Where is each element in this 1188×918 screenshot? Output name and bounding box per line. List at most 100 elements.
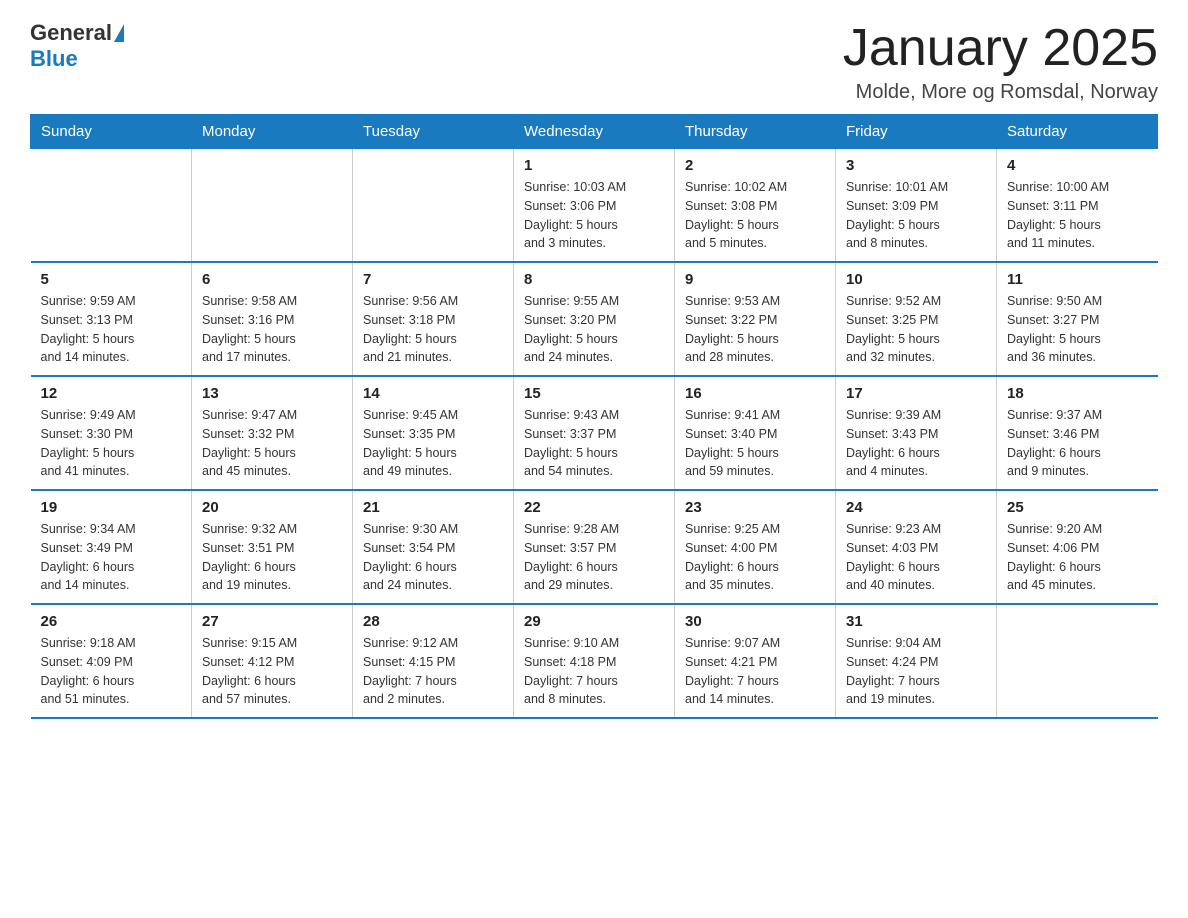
calendar-cell: 8 Sunrise: 9:55 AMSunset: 3:20 PMDaylight… (514, 262, 675, 376)
weekday-header: Tuesday (353, 115, 514, 149)
day-number: 11 (1007, 271, 1148, 288)
calendar-cell: 13 Sunrise: 9:47 AMSunset: 3:32 PMDayligh… (192, 376, 353, 490)
calendar-table: SundayMondayTuesdayWednesdayThursdayFrid… (30, 114, 1158, 719)
day-info: Sunrise: 9:45 AMSunset: 3:35 PMDaylight:… (363, 406, 503, 481)
calendar-cell: 1Sunrise: 10:03 AMSunset: 3:06 PMDayligh… (514, 149, 675, 263)
calendar-cell: 4Sunrise: 10:00 AMSunset: 3:11 PMDayligh… (997, 149, 1158, 263)
day-number: 6 (202, 271, 342, 288)
calendar-cell: 23 Sunrise: 9:25 AMSunset: 4:00 PMDayligh… (675, 490, 836, 604)
calendar-cell: 17 Sunrise: 9:39 AMSunset: 3:43 PMDayligh… (836, 376, 997, 490)
day-info: Sunrise: 9:58 AMSunset: 3:16 PMDaylight:… (202, 292, 342, 367)
title-section: January 2025 Molde, More og Romsdal, Nor… (843, 20, 1158, 104)
calendar-cell (353, 149, 514, 263)
day-info: Sunrise: 9:18 AMSunset: 4:09 PMDaylight:… (41, 634, 182, 709)
day-number: 14 (363, 385, 503, 402)
calendar-cell: 30 Sunrise: 9:07 AMSunset: 4:21 PMDayligh… (675, 604, 836, 718)
day-number: 20 (202, 499, 342, 516)
day-number: 1 (524, 157, 664, 174)
day-info: Sunrise: 10:01 AMSunset: 3:09 PMDaylight… (846, 178, 986, 253)
calendar-cell: 7 Sunrise: 9:56 AMSunset: 3:18 PMDaylight… (353, 262, 514, 376)
calendar-cell: 19Sunrise: 9:34 AMSunset: 3:49 PMDayligh… (31, 490, 192, 604)
weekday-header: Sunday (31, 115, 192, 149)
calendar-header: SundayMondayTuesdayWednesdayThursdayFrid… (31, 115, 1158, 149)
calendar-cell: 16 Sunrise: 9:41 AMSunset: 3:40 PMDayligh… (675, 376, 836, 490)
calendar-cell: 12 Sunrise: 9:49 AMSunset: 3:30 PMDayligh… (31, 376, 192, 490)
day-number: 29 (524, 613, 664, 630)
logo: General Blue (30, 20, 126, 72)
weekday-header: Friday (836, 115, 997, 149)
calendar-body: 1Sunrise: 10:03 AMSunset: 3:06 PMDayligh… (31, 149, 1158, 719)
logo-blue-text: Blue (30, 46, 78, 72)
calendar-cell: 15 Sunrise: 9:43 AMSunset: 3:37 PMDayligh… (514, 376, 675, 490)
calendar-cell: 20 Sunrise: 9:32 AMSunset: 3:51 PMDayligh… (192, 490, 353, 604)
weekday-header: Thursday (675, 115, 836, 149)
location: Molde, More og Romsdal, Norway (843, 81, 1158, 104)
day-info: Sunrise: 9:10 AMSunset: 4:18 PMDaylight:… (524, 634, 664, 709)
calendar-cell: 18Sunrise: 9:37 AMSunset: 3:46 PMDayligh… (997, 376, 1158, 490)
calendar-cell: 5 Sunrise: 9:59 AMSunset: 3:13 PMDaylight… (31, 262, 192, 376)
calendar-cell: 11Sunrise: 9:50 AMSunset: 3:27 PMDayligh… (997, 262, 1158, 376)
day-info: Sunrise: 9:25 AMSunset: 4:00 PMDaylight:… (685, 520, 825, 595)
day-number: 26 (41, 613, 182, 630)
calendar-cell: 24 Sunrise: 9:23 AMSunset: 4:03 PMDayligh… (836, 490, 997, 604)
day-number: 9 (685, 271, 825, 288)
day-number: 21 (363, 499, 503, 516)
month-title: January 2025 (843, 20, 1158, 77)
day-info: Sunrise: 9:32 AMSunset: 3:51 PMDaylight:… (202, 520, 342, 595)
day-info: Sunrise: 9:39 AMSunset: 3:43 PMDaylight:… (846, 406, 986, 481)
day-info: Sunrise: 9:43 AMSunset: 3:37 PMDaylight:… (524, 406, 664, 481)
calendar-week-row: 1Sunrise: 10:03 AMSunset: 3:06 PMDayligh… (31, 149, 1158, 263)
day-number: 15 (524, 385, 664, 402)
day-number: 17 (846, 385, 986, 402)
day-info: Sunrise: 9:15 AMSunset: 4:12 PMDaylight:… (202, 634, 342, 709)
day-number: 24 (846, 499, 986, 516)
day-info: Sunrise: 9:59 AMSunset: 3:13 PMDaylight:… (41, 292, 182, 367)
calendar-cell: 31Sunrise: 9:04 AMSunset: 4:24 PMDayligh… (836, 604, 997, 718)
day-info: Sunrise: 9:28 AMSunset: 3:57 PMDaylight:… (524, 520, 664, 595)
calendar-cell: 27 Sunrise: 9:15 AMSunset: 4:12 PMDayligh… (192, 604, 353, 718)
day-number: 3 (846, 157, 986, 174)
day-info: Sunrise: 9:37 AMSunset: 3:46 PMDaylight:… (1007, 406, 1148, 481)
calendar-cell: 6 Sunrise: 9:58 AMSunset: 3:16 PMDaylight… (192, 262, 353, 376)
calendar-cell (31, 149, 192, 263)
day-number: 25 (1007, 499, 1148, 516)
day-number: 5 (41, 271, 182, 288)
day-number: 7 (363, 271, 503, 288)
day-info: Sunrise: 9:41 AMSunset: 3:40 PMDaylight:… (685, 406, 825, 481)
day-info: Sunrise: 9:20 AMSunset: 4:06 PMDaylight:… (1007, 520, 1148, 595)
day-number: 13 (202, 385, 342, 402)
calendar-cell: 28Sunrise: 9:12 AMSunset: 4:15 PMDayligh… (353, 604, 514, 718)
day-number: 19 (41, 499, 182, 516)
day-info: Sunrise: 9:49 AMSunset: 3:30 PMDaylight:… (41, 406, 182, 481)
calendar-cell: 9Sunrise: 9:53 AMSunset: 3:22 PMDaylight… (675, 262, 836, 376)
day-number: 31 (846, 613, 986, 630)
day-info: Sunrise: 9:12 AMSunset: 4:15 PMDaylight:… (363, 634, 503, 709)
day-number: 30 (685, 613, 825, 630)
calendar-cell: 2Sunrise: 10:02 AMSunset: 3:08 PMDayligh… (675, 149, 836, 263)
calendar-cell: 14 Sunrise: 9:45 AMSunset: 3:35 PMDayligh… (353, 376, 514, 490)
weekday-header: Wednesday (514, 115, 675, 149)
day-info: Sunrise: 9:55 AMSunset: 3:20 PMDaylight:… (524, 292, 664, 367)
weekday-header-row: SundayMondayTuesdayWednesdayThursdayFrid… (31, 115, 1158, 149)
calendar-week-row: 12 Sunrise: 9:49 AMSunset: 3:30 PMDayligh… (31, 376, 1158, 490)
day-number: 16 (685, 385, 825, 402)
day-info: Sunrise: 9:47 AMSunset: 3:32 PMDaylight:… (202, 406, 342, 481)
day-number: 27 (202, 613, 342, 630)
calendar-week-row: 19Sunrise: 9:34 AMSunset: 3:49 PMDayligh… (31, 490, 1158, 604)
calendar-cell: 22 Sunrise: 9:28 AMSunset: 3:57 PMDayligh… (514, 490, 675, 604)
calendar-week-row: 26 Sunrise: 9:18 AMSunset: 4:09 PMDayligh… (31, 604, 1158, 718)
day-number: 12 (41, 385, 182, 402)
calendar-cell: 25 Sunrise: 9:20 AMSunset: 4:06 PMDayligh… (997, 490, 1158, 604)
logo-blue: Blue (30, 46, 78, 71)
day-info: Sunrise: 9:23 AMSunset: 4:03 PMDaylight:… (846, 520, 986, 595)
day-info: Sunrise: 9:07 AMSunset: 4:21 PMDaylight:… (685, 634, 825, 709)
day-info: Sunrise: 9:30 AMSunset: 3:54 PMDaylight:… (363, 520, 503, 595)
day-number: 8 (524, 271, 664, 288)
day-info: Sunrise: 9:56 AMSunset: 3:18 PMDaylight:… (363, 292, 503, 367)
day-info: Sunrise: 9:52 AMSunset: 3:25 PMDaylight:… (846, 292, 986, 367)
logo-general: General (30, 20, 112, 46)
day-number: 22 (524, 499, 664, 516)
weekday-header: Saturday (997, 115, 1158, 149)
day-info: Sunrise: 10:02 AMSunset: 3:08 PMDaylight… (685, 178, 825, 253)
day-number: 23 (685, 499, 825, 516)
